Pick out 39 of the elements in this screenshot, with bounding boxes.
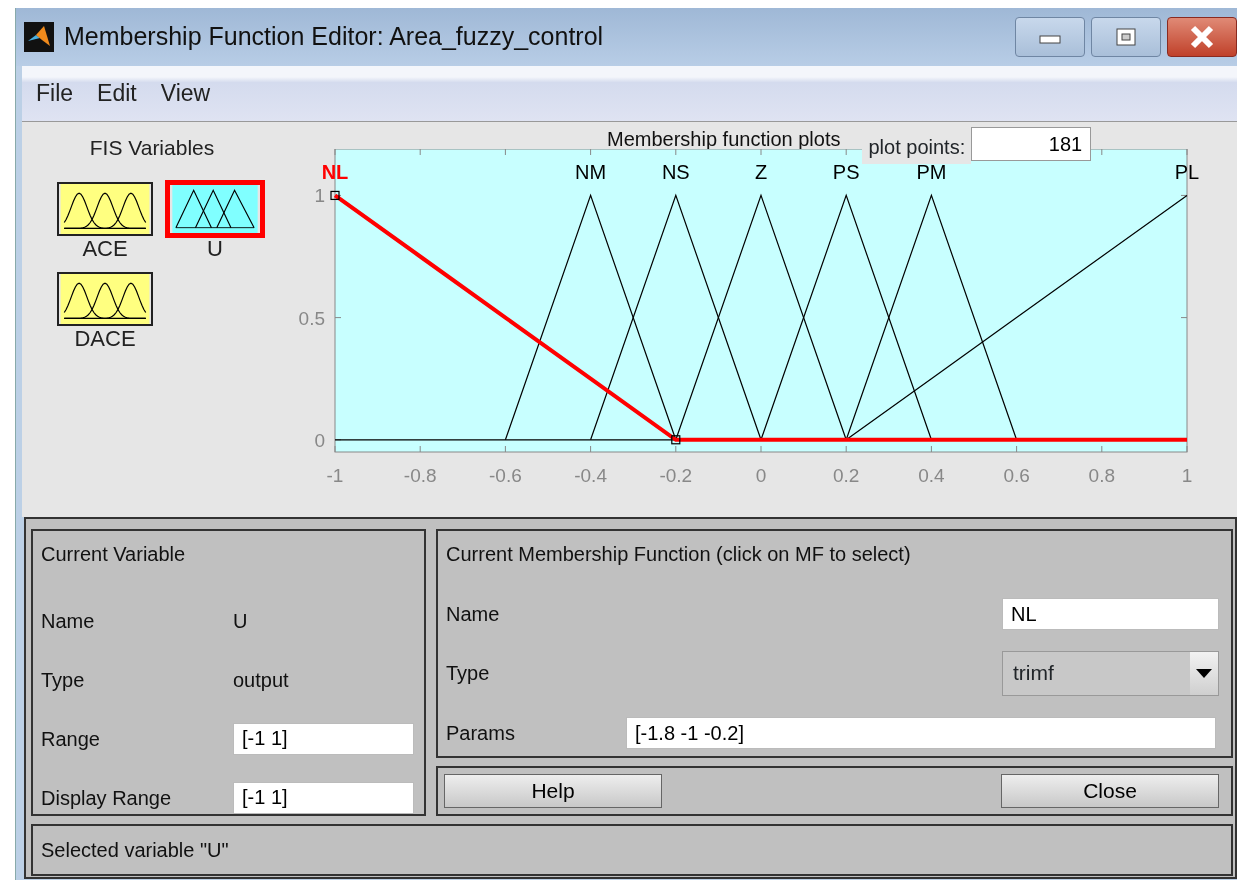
variable-label: DACE	[74, 327, 136, 350]
axis-tick-label: 1	[1181, 465, 1193, 486]
plot-title: Membership function plots	[607, 127, 841, 152]
axis-tick-label: 0	[755, 465, 767, 486]
section-heading: FIS Variables	[88, 135, 216, 161]
field-label: Params	[446, 721, 516, 746]
field-label: Type	[41, 667, 86, 693]
axis-tick-label: -0.2	[659, 465, 693, 486]
variable-label: U	[207, 237, 223, 260]
axis-tick-label: 0.6	[1003, 465, 1030, 486]
curve-label: NS	[661, 161, 690, 183]
field-label: Range	[41, 726, 101, 752]
field-label: Name	[446, 602, 500, 627]
curve-label: PS	[832, 161, 860, 183]
curve-label: PM	[916, 161, 947, 183]
curve-label: NM	[575, 161, 607, 183]
axis-tick-label: 0.4	[918, 465, 945, 486]
curve-label: PL	[1174, 161, 1200, 183]
curve-label: Z	[754, 161, 768, 183]
field-label: Name	[41, 608, 96, 634]
field-value: U	[233, 608, 248, 634]
section-heading: Current Membership Function (click on MF to select)	[446, 542, 912, 567]
axis-tick-label: 0.2	[833, 465, 860, 486]
section-heading: Current Variable	[41, 542, 187, 567]
field-label: Type	[446, 661, 490, 686]
axis-tick-label: -1	[326, 465, 344, 486]
curve-label: NL	[321, 161, 349, 183]
axis-tick-label: 0.5	[298, 307, 325, 329]
field-label: Display Range	[41, 785, 173, 811]
window-title: Membership Function Editor: Area_fuzzy_control	[64, 21, 605, 53]
axis-tick-label: 0	[314, 429, 325, 451]
axis-tick-label: 1	[314, 185, 325, 207]
variable-label: ACE	[82, 237, 128, 260]
field-value: output	[233, 667, 289, 693]
axis-tick-label: -0.8	[403, 465, 437, 486]
status-text: Selected variable "U"	[41, 838, 229, 863]
axis-tick-label: -0.6	[489, 465, 522, 486]
axis-tick-label: -0.4	[574, 465, 607, 486]
axis-tick-label: 0.8	[1088, 465, 1115, 486]
